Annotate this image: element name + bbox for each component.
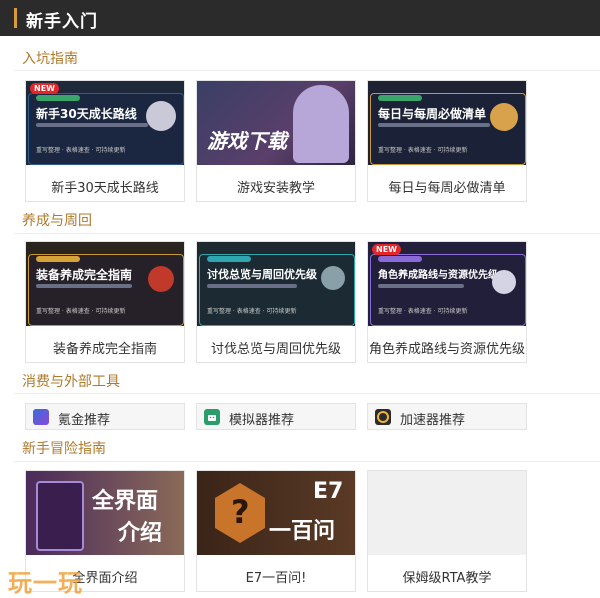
thumbnail-title-line1: E7 <box>313 479 344 504</box>
thumbnail: 装备养成完全指南 重写整理 · 表格速查 · 可持续更新 <box>26 242 184 326</box>
tag-pill <box>36 95 80 101</box>
thumbnail: 每日与每周必做清单 重写整理 · 表格速查 · 可持续更新 <box>368 81 526 165</box>
card-rta-tutorial[interactable]: 保姆级RTA教学 <box>367 470 527 592</box>
thumbnail-footer: 重写整理 · 表格速查 · 可持续更新 <box>378 308 468 315</box>
card-caption: E7一百问! <box>245 571 307 586</box>
thumbnail-title-line2: 一百问 <box>269 519 336 544</box>
thumbnail: 全界面 介绍 <box>26 471 184 555</box>
tool-label: 模拟器推荐 <box>229 413 295 428</box>
thumbnail-title: 每日与每周必做清单 <box>378 107 487 121</box>
gift-icon <box>33 409 49 425</box>
thumbnail-title: 角色养成路线与资源优先级 <box>378 270 498 281</box>
card-art <box>36 481 84 551</box>
tool-label: 氪金推荐 <box>58 413 111 428</box>
tag-pill <box>207 256 251 262</box>
card-caption: 装备养成完全指南 <box>52 342 157 357</box>
new-badge: NEW <box>30 83 59 94</box>
new-badge: NEW <box>372 244 401 255</box>
item-icon <box>492 270 516 294</box>
thumbnail-title-line2: 介绍 <box>118 521 163 546</box>
section-title-growth: 养成与周回 <box>22 213 92 229</box>
card-caption: 新手30天成长路线 <box>51 181 159 196</box>
card-caption: 保姆级RTA教学 <box>402 571 492 586</box>
thumbnail-footer: 重写整理 · 表格速查 · 可持续更新 <box>36 147 126 154</box>
divider <box>14 393 600 394</box>
item-icon <box>321 266 345 290</box>
divider <box>14 233 600 234</box>
thumbnail-title: 讨伐总览与周回优先级 <box>207 268 317 281</box>
header-title: 新手入门 <box>26 12 98 32</box>
card-caption: 每日与每周必做清单 <box>388 181 506 196</box>
section-title-tools: 消费与外部工具 <box>22 374 120 390</box>
site-watermark: 玩一玩 <box>8 569 83 597</box>
tool-label: 加速器推荐 <box>400 413 466 428</box>
tag-pill <box>378 256 422 262</box>
tool-recharge[interactable]: 氪金推荐 <box>25 403 185 430</box>
card-character-growth[interactable]: 角色养成路线与资源优先级 重写整理 · 表格速查 · 可持续更新 NEW 角色养… <box>367 241 527 363</box>
thumbnail-subtitle-bar <box>36 123 148 127</box>
card-30day-route[interactable]: 新手30天成长路线 重写整理 · 表格速查 · 可持续更新 NEW 新手30天成… <box>25 80 185 202</box>
question-mark-icon: ? <box>231 493 250 531</box>
thumbnail-panel <box>199 254 355 326</box>
thumbnail: 新手30天成长路线 重写整理 · 表格速查 · 可持续更新 NEW <box>26 81 184 165</box>
card-game-install[interactable]: 游戏下载 游戏安装教学 <box>196 80 356 202</box>
section-title-adventure: 新手冒险指南 <box>22 441 106 457</box>
item-icon <box>490 103 518 131</box>
accelerator-icon <box>375 409 391 425</box>
card-caption: 讨伐总览与周回优先级 <box>210 342 341 357</box>
tool-emulator[interactable]: 模拟器推荐 <box>196 403 356 430</box>
character-art <box>293 85 349 163</box>
tag-pill <box>378 95 422 101</box>
thumbnail: 角色养成路线与资源优先级 重写整理 · 表格速查 · 可持续更新 NEW <box>368 242 526 326</box>
thumbnail: 游戏下载 <box>197 81 355 165</box>
thumbnail: ? E7 一百问 <box>197 471 355 555</box>
divider <box>14 70 600 71</box>
android-icon <box>204 409 220 425</box>
thumbnail-title: 新手30天成长路线 <box>36 107 137 121</box>
thumbnail: 讨伐总览与周回优先级 重写整理 · 表格速查 · 可持续更新 <box>197 242 355 326</box>
thumbnail-subtitle-bar <box>36 284 132 288</box>
section-header: 新手入门 <box>0 0 600 36</box>
thumbnail-title: 装备养成完全指南 <box>36 268 133 282</box>
thumbnail-title: 游戏下载 <box>207 129 287 153</box>
section-title-guide: 入坑指南 <box>22 51 78 67</box>
thumbnail-subtitle-bar <box>378 284 464 288</box>
character-avatar <box>146 101 176 131</box>
card-e7-faq[interactable]: ? E7 一百问 E7一百问! <box>196 470 356 592</box>
tag-pill <box>36 256 80 262</box>
thumbnail-subtitle-bar <box>378 123 490 127</box>
card-equipment-guide[interactable]: 装备养成完全指南 重写整理 · 表格速查 · 可持续更新 装备养成完全指南 <box>25 241 185 363</box>
card-daily-weekly[interactable]: 每日与每周必做清单 重写整理 · 表格速查 · 可持续更新 每日与每周必做清单 <box>367 80 527 202</box>
thumbnail-footer: 重写整理 · 表格速查 · 可持续更新 <box>378 147 468 154</box>
thumbnail-footer: 重写整理 · 表格速查 · 可持续更新 <box>36 308 126 315</box>
item-icon <box>148 266 174 292</box>
thumbnail-placeholder <box>368 471 526 555</box>
card-caption: 角色养成路线与资源优先级 <box>368 342 525 357</box>
divider <box>14 461 600 462</box>
thumbnail-subtitle-bar <box>207 284 297 288</box>
thumbnail-title-line1: 全界面 <box>92 489 159 514</box>
card-caption: 游戏安装教学 <box>236 181 315 196</box>
thumbnail-footer: 重写整理 · 表格速查 · 可持续更新 <box>207 308 297 315</box>
header-accent-bar <box>14 8 17 28</box>
card-hunt-overview[interactable]: 讨伐总览与周回优先级 重写整理 · 表格速查 · 可持续更新 讨伐总览与周回优先… <box>196 241 356 363</box>
tool-accelerator[interactable]: 加速器推荐 <box>367 403 527 430</box>
